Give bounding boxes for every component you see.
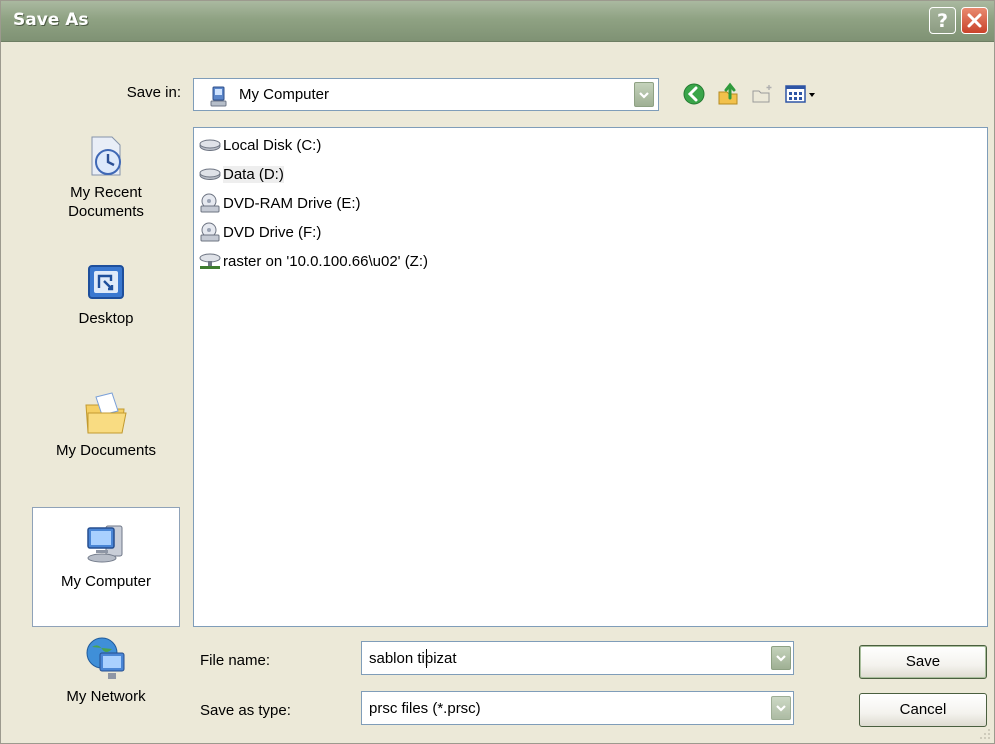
place-label: My Documents [55, 442, 157, 459]
hard-disk-icon [199, 135, 223, 155]
file-list[interactable]: Local Disk (C:) Data (D:) DVD-RAM Drive … [193, 127, 988, 627]
cancel-button[interactable]: Cancel [859, 693, 987, 727]
save-as-type-dropdown[interactable]: prsc files (*.prsc) [361, 691, 794, 725]
help-button[interactable]: ? [929, 7, 956, 34]
place-desktop[interactable]: Desktop [32, 261, 180, 351]
place-my-computer[interactable]: My Computer [32, 507, 180, 627]
new-folder-button[interactable] [749, 81, 775, 107]
close-icon [967, 13, 982, 28]
save-in-label: Save in: [126, 84, 181, 101]
resize-grip-icon[interactable] [979, 728, 991, 740]
place-label: Documents [68, 203, 144, 220]
list-item[interactable]: DVD-RAM Drive (E:) [199, 192, 361, 214]
list-item-label: Data (D:) [223, 165, 284, 183]
file-name-field[interactable]: sablon tipizat [361, 641, 794, 675]
places-bar: My Recent Documents Desktop My Documents [32, 127, 182, 727]
chevron-down-icon [776, 655, 786, 662]
view-menu-icon [785, 85, 815, 103]
title-bar[interactable]: Save As ? [1, 1, 994, 42]
place-label: My Network [66, 688, 146, 705]
text-caret [426, 649, 427, 668]
my-computer-icon [208, 86, 230, 113]
place-my-recent-documents[interactable]: My Recent Documents [32, 135, 180, 245]
list-item[interactable]: Data (D:) [199, 163, 284, 185]
back-button[interactable] [681, 81, 707, 107]
chevron-down-icon [776, 705, 786, 712]
save-as-type-label: Save as type: [200, 702, 291, 719]
my-documents-icon [85, 392, 127, 434]
network-drive-icon [199, 251, 223, 271]
up-one-level-button[interactable] [715, 81, 741, 107]
save-as-type-value: prsc files (*.prsc) [369, 700, 481, 717]
list-item-label: Local Disk (C:) [223, 136, 322, 154]
chevron-down-icon [639, 91, 649, 99]
dialog-title: Save As [13, 10, 89, 30]
file-name-dropdown-arrow[interactable] [771, 646, 791, 670]
my-network-icon [86, 637, 125, 679]
save-in-value: My Computer [239, 86, 330, 103]
place-my-network[interactable]: My Network [32, 635, 180, 727]
close-button[interactable] [961, 7, 988, 34]
new-folder-icon [752, 85, 772, 103]
back-icon [683, 83, 705, 105]
hard-disk-icon [199, 164, 223, 184]
place-my-documents[interactable]: My Documents [32, 389, 180, 479]
save-in-dropdown-arrow[interactable] [634, 82, 654, 107]
list-item-label: raster on '10.0.100.66\u02' (Z:) [223, 252, 429, 270]
my-computer-icon [87, 525, 123, 563]
dvd-drive-icon [199, 193, 223, 213]
file-name-label: File name: [200, 652, 271, 669]
file-name-value: sablon tipizat [369, 650, 457, 667]
save-in-dropdown[interactable]: My Computer [193, 78, 659, 111]
desktop-icon [88, 265, 124, 299]
place-label: My Computer [60, 573, 152, 590]
save-as-dialog: Save As ? Save in: My Computer My Recent… [0, 0, 995, 744]
place-label: Desktop [78, 310, 134, 327]
recent-documents-icon [91, 136, 121, 176]
list-item-label: DVD Drive (F:) [223, 223, 322, 241]
up-folder-icon [718, 82, 738, 105]
question-icon: ? [936, 9, 949, 32]
save-as-type-dropdown-arrow[interactable] [771, 696, 791, 720]
list-item[interactable]: Local Disk (C:) [199, 134, 321, 156]
list-item[interactable]: DVD Drive (F:) [199, 221, 321, 243]
list-item-label: DVD-RAM Drive (E:) [223, 194, 361, 212]
list-item[interactable]: raster on '10.0.100.66\u02' (Z:) [199, 250, 428, 272]
save-button[interactable]: Save [859, 645, 987, 679]
place-label: My Recent [70, 184, 142, 201]
dvd-drive-icon [199, 222, 223, 242]
view-menu-button[interactable] [783, 81, 821, 107]
